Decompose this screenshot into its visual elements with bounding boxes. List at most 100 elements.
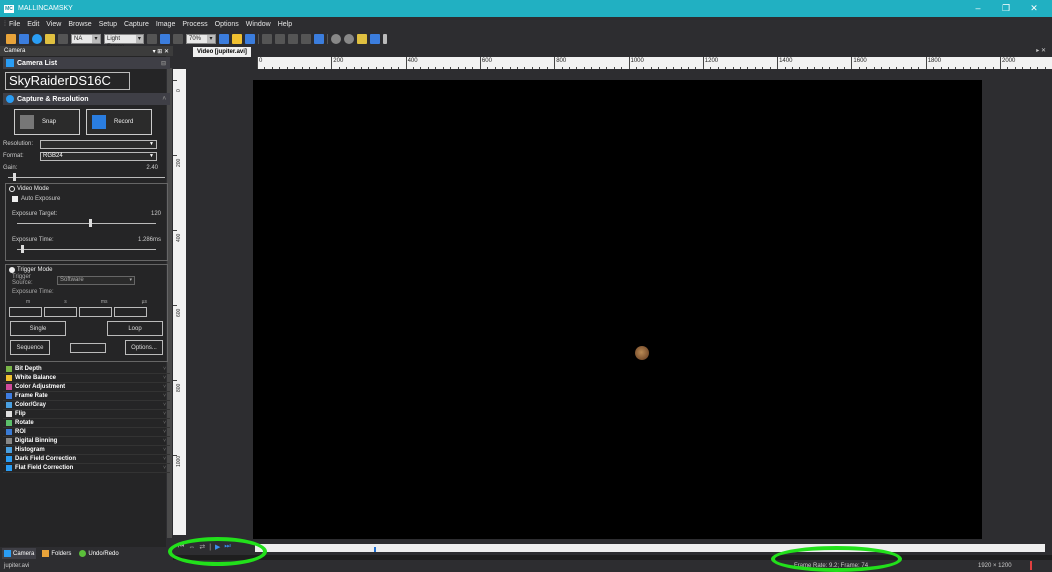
tab-undo-redo[interactable]: Undo/Redo bbox=[77, 548, 120, 559]
feature-item[interactable]: Rotate ˅ bbox=[3, 419, 170, 428]
trigger-source-select[interactable]: Software ▾ bbox=[57, 275, 135, 285]
minimize-button[interactable]: – bbox=[964, 0, 992, 17]
chevron-down-icon: ▾ bbox=[207, 34, 215, 43]
tool-icon[interactable] bbox=[147, 33, 157, 44]
display-icon[interactable] bbox=[245, 33, 255, 44]
feature-item[interactable]: ROI ˅ bbox=[3, 428, 170, 437]
video-mode-radio[interactable] bbox=[9, 186, 15, 192]
image-icon[interactable] bbox=[45, 33, 55, 44]
seek-bar[interactable] bbox=[255, 544, 1045, 552]
target-icon[interactable] bbox=[314, 33, 324, 44]
move-icon[interactable] bbox=[262, 33, 272, 44]
crosshair-icon[interactable] bbox=[275, 33, 285, 44]
record-button[interactable]: Record bbox=[86, 109, 152, 135]
menu-process[interactable]: Process bbox=[182, 21, 207, 28]
menu-image[interactable]: Image bbox=[156, 21, 175, 28]
crosshair-icon[interactable] bbox=[301, 33, 311, 44]
minutes-stepper[interactable] bbox=[9, 307, 42, 317]
preview-icon[interactable] bbox=[160, 33, 170, 44]
open-folder-icon[interactable] bbox=[6, 33, 16, 44]
info-icon[interactable] bbox=[370, 33, 380, 44]
slider-thumb[interactable] bbox=[12, 173, 16, 181]
menu-file[interactable]: File bbox=[9, 21, 20, 28]
tool-icon[interactable] bbox=[58, 33, 68, 44]
gain-slider[interactable] bbox=[8, 173, 165, 181]
menu-edit[interactable]: Edit bbox=[27, 21, 39, 28]
fit-icon[interactable] bbox=[219, 33, 229, 44]
exposure-time-slider[interactable] bbox=[17, 245, 156, 253]
sequence-count-stepper[interactable] bbox=[69, 343, 106, 353]
feature-item[interactable]: Dark Field Correction ˅ bbox=[3, 455, 170, 464]
feature-label: Color/Gray bbox=[15, 402, 47, 408]
slider-track bbox=[17, 249, 156, 250]
panel-controls[interactable]: ▾ ⊞ ✕ bbox=[153, 48, 169, 55]
resolution-select[interactable]: ▼ bbox=[40, 139, 157, 149]
close-button[interactable]: ✕ bbox=[1020, 0, 1048, 17]
save-icon[interactable] bbox=[19, 33, 29, 44]
feature-item[interactable]: Flip ˅ bbox=[3, 410, 170, 419]
menu-window[interactable]: Window bbox=[246, 21, 271, 28]
ruler-tick bbox=[554, 57, 556, 69]
menu-options[interactable]: Options bbox=[215, 21, 239, 28]
tool-icon[interactable] bbox=[173, 33, 183, 44]
camera-list-header[interactable]: Camera List ⊟ bbox=[3, 57, 170, 69]
crosshair-icon[interactable] bbox=[288, 33, 298, 44]
trigger-mode-radio[interactable] bbox=[9, 267, 15, 273]
camera-settings-icon[interactable] bbox=[32, 33, 42, 44]
format-select[interactable]: RGB24 ▼ bbox=[40, 151, 157, 161]
zoom-combo[interactable]: 70% ▾ bbox=[186, 33, 216, 44]
ruler-label: 0 bbox=[176, 89, 182, 92]
feature-item[interactable]: White Balance ˅ bbox=[3, 374, 170, 383]
options-button[interactable]: Options... bbox=[125, 340, 163, 355]
single-button[interactable]: Single bbox=[10, 321, 66, 336]
maximize-button[interactable]: ❐ bbox=[992, 0, 1020, 17]
document-tab-controls[interactable]: ▸ ✕ bbox=[1036, 47, 1046, 54]
feature-item[interactable]: Bit Depth ˅ bbox=[3, 365, 170, 374]
feature-item[interactable]: Histogram ˅ bbox=[3, 446, 170, 455]
circle-icon[interactable] bbox=[344, 33, 354, 44]
video-frame[interactable] bbox=[253, 80, 982, 539]
menu-capture[interactable]: Capture bbox=[124, 21, 149, 28]
feature-item[interactable]: Digital Binning ˅ bbox=[3, 437, 170, 446]
ruler-tick bbox=[851, 57, 853, 69]
sequence-button[interactable]: Sequence bbox=[10, 340, 50, 355]
menu-browse[interactable]: Browse bbox=[68, 21, 91, 28]
chevron-down-icon: ˅ bbox=[163, 465, 166, 471]
loop-button[interactable]: Loop bbox=[107, 321, 163, 336]
ruler-label: 800 bbox=[556, 58, 567, 64]
milliseconds-stepper[interactable] bbox=[79, 307, 112, 317]
menu-view[interactable]: View bbox=[46, 21, 61, 28]
slider-thumb[interactable] bbox=[89, 219, 93, 227]
feature-item[interactable]: Color/Gray ˅ bbox=[3, 401, 170, 410]
camera-name-item[interactable]: SkyRaiderDS16C bbox=[5, 72, 130, 90]
exposure-target-slider[interactable] bbox=[17, 219, 156, 227]
tab-folders[interactable]: Folders bbox=[40, 548, 73, 559]
menu-help[interactable]: Help bbox=[278, 21, 292, 28]
na-combo[interactable]: NA ▾ bbox=[71, 33, 101, 44]
feature-label: Frame Rate bbox=[15, 393, 48, 399]
seek-position-marker[interactable] bbox=[373, 547, 376, 552]
circle-icon[interactable] bbox=[331, 33, 341, 44]
wand-icon[interactable] bbox=[357, 33, 367, 44]
seconds-stepper[interactable] bbox=[44, 307, 77, 317]
auto-exposure-checkbox[interactable] bbox=[12, 196, 18, 202]
color-icon[interactable] bbox=[232, 33, 242, 44]
slider-thumb[interactable] bbox=[21, 245, 25, 253]
exposure-target-value: 120 bbox=[150, 211, 161, 217]
capture-resolution-title: Capture & Resolution bbox=[17, 95, 89, 103]
camera-icon bbox=[4, 550, 11, 557]
frame-type-combo[interactable]: Light Frame ▾ bbox=[104, 33, 144, 50]
menu-setup[interactable]: Setup bbox=[99, 21, 117, 28]
feature-item[interactable]: Frame Rate ˅ bbox=[3, 392, 170, 401]
capture-resolution-header[interactable]: Capture & Resolution ˄ bbox=[3, 93, 170, 105]
feature-item[interactable]: Flat Field Correction ˅ bbox=[3, 464, 170, 473]
microseconds-stepper[interactable] bbox=[114, 307, 147, 317]
tab-video-jupiter[interactable]: Video [jupiter.avi] bbox=[193, 47, 251, 57]
snap-button[interactable]: Snap bbox=[14, 109, 80, 135]
chevron-down-icon: ˅ bbox=[163, 366, 166, 372]
chevron-down-icon: ˅ bbox=[163, 438, 166, 444]
zoom-value: 70% bbox=[189, 35, 202, 42]
tab-camera[interactable]: Camera bbox=[2, 548, 37, 559]
feature-item[interactable]: Color Adjustment ˅ bbox=[3, 383, 170, 392]
tab-folders-label: Folders bbox=[51, 550, 72, 557]
